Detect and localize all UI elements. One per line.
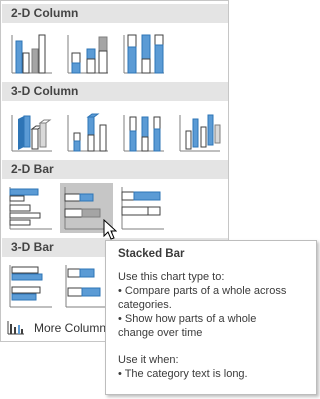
3d-stacked-column-icon (67, 113, 108, 152)
tooltip-use-line: categories. (118, 299, 172, 311)
3d-clustered-bar-button[interactable] (6, 261, 59, 311)
clustered-bar-icon (9, 187, 52, 230)
clustered-column-button[interactable] (6, 27, 59, 77)
row-3d-column (1, 103, 230, 157)
3d-column-icon (179, 114, 221, 152)
tooltip-when-line: • The category text is long. (118, 368, 248, 380)
3d-stacked-column-button[interactable] (62, 105, 115, 155)
3d-clustered-column-button[interactable] (6, 105, 59, 155)
stacked-column-button[interactable] (62, 27, 115, 77)
3d-100-stacked-column-icon (123, 115, 164, 152)
3d-clustered-bar-icon (9, 265, 52, 308)
tooltip-when-heading: Use it when: (118, 354, 179, 366)
tooltip-use-line: change over time (118, 327, 203, 339)
100-stacked-column-icon (123, 34, 164, 74)
tooltip-title: Stacked Bar (118, 248, 185, 260)
100-stacked-bar-icon (121, 187, 164, 230)
100-stacked-bar-button[interactable] (118, 183, 171, 233)
chart-type-tooltip: Stacked Bar Use this chart type to: • Co… (105, 240, 317, 395)
tooltip-use-line: • Show how parts of a whole (118, 313, 257, 325)
section-header-2d-column: 2-D Column (2, 4, 228, 23)
3d-100-stacked-column-button[interactable] (118, 105, 171, 155)
100-stacked-column-button[interactable] (118, 27, 171, 77)
stacked-column-icon (67, 35, 108, 74)
section-header-2d-bar: 2-D Bar (2, 160, 228, 179)
row-2d-column (1, 25, 230, 79)
clustered-bar-button[interactable] (6, 183, 59, 233)
mouse-cursor-icon (103, 219, 117, 240)
clustered-column-icon (11, 34, 52, 74)
more-column-charts-label: More Column (34, 321, 107, 335)
tooltip-use-heading: Use this chart type to: (118, 271, 225, 283)
3d-clustered-column-icon (11, 115, 52, 152)
section-header-3d-column: 3-D Column (2, 82, 228, 101)
tooltip-use-line: • Compare parts of a whole across (118, 285, 287, 297)
3d-column-button[interactable] (174, 105, 227, 155)
column-chart-icon (7, 321, 24, 335)
